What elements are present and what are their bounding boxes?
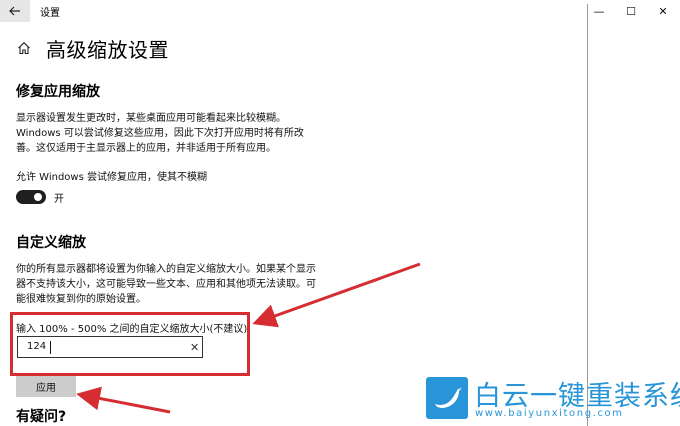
text-caret <box>50 341 51 354</box>
bird-logo-icon <box>426 377 468 419</box>
close-button[interactable]: ✕ <box>648 0 678 22</box>
window-divider <box>587 4 588 426</box>
custom-scaling-heading: 自定义缩放 <box>16 235 86 251</box>
arrow-left-icon <box>9 6 20 16</box>
custom-scale-input-label: 输入 100% - 500% 之间的自定义缩放大小(不建议) <box>16 324 248 335</box>
custom-scale-input-value: 124 <box>27 341 47 352</box>
arrow-to-apply <box>76 386 171 414</box>
watermark-url: www.baiyunxitong.com <box>475 408 624 419</box>
window-title: 设置 <box>40 8 60 19</box>
fix-apps-toggle[interactable] <box>16 190 46 204</box>
toggle-state-label: 开 <box>54 194 64 205</box>
page-title: 高级缩放设置 <box>46 38 169 62</box>
toggle-knob <box>34 193 42 201</box>
custom-scaling-description: 你的所有显示器都将设置为你输入的自定义缩放大小。如果某个显示器不支持该大小，这可… <box>16 264 316 305</box>
fix-apps-toggle-label: 允许 Windows 尝试修复应用，使其不模糊 <box>16 172 207 183</box>
help-heading: 有疑问? <box>16 409 67 425</box>
clear-icon[interactable]: ✕ <box>190 341 199 354</box>
fix-apps-heading: 修复应用缩放 <box>16 84 100 100</box>
maximize-button[interactable]: ☐ <box>616 0 646 22</box>
title-bar: 设置 — ☐ ✕ <box>0 0 680 22</box>
home-icon[interactable] <box>17 41 31 55</box>
fix-apps-description: 显示器设置发生更改时，某些桌面应用可能看起来比较模糊。Windows 可以尝试修… <box>16 113 304 154</box>
apply-button[interactable]: 应用 <box>16 376 76 397</box>
back-button[interactable] <box>0 0 30 22</box>
custom-scale-input[interactable]: 124 <box>17 336 203 358</box>
minimize-button[interactable]: — <box>584 0 614 22</box>
